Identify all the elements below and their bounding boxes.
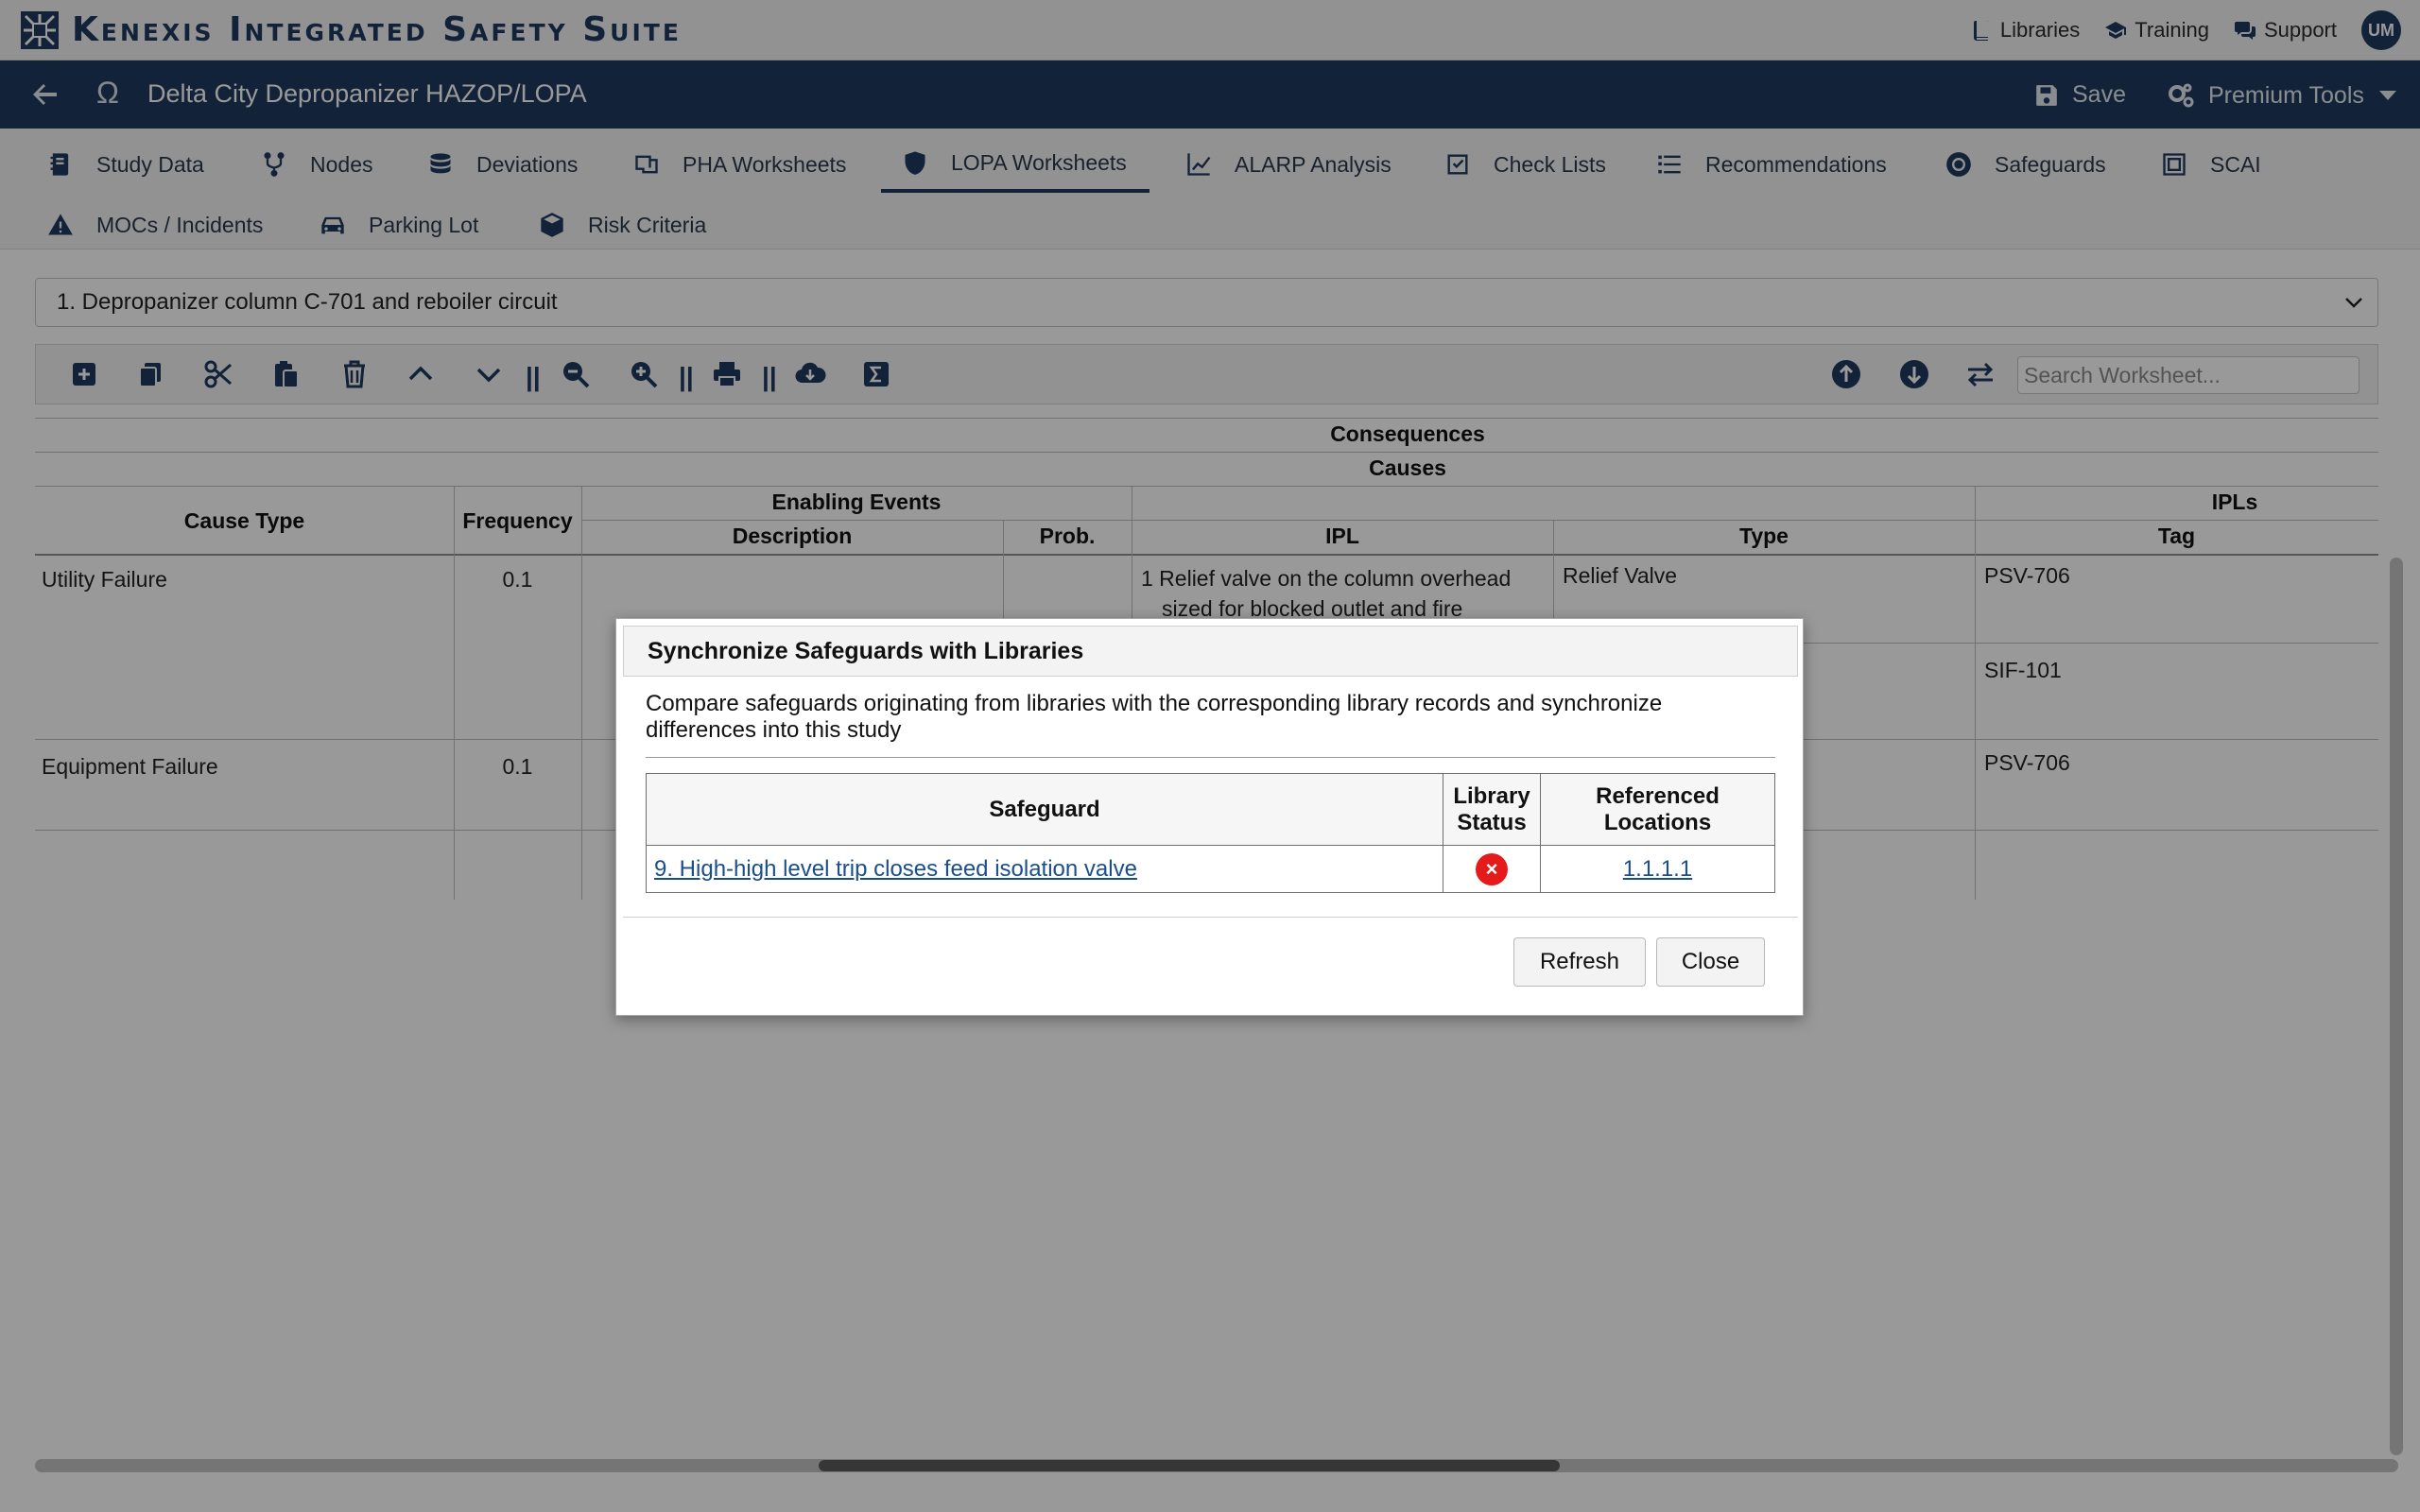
referenced-location-link[interactable]: 1.1.1.1 (1623, 856, 1692, 882)
error-status-icon: × (1476, 852, 1508, 885)
library-status-header-line: Status (1457, 809, 1527, 835)
referenced-locations-header-line: Locations (1603, 809, 1712, 835)
refresh-button[interactable]: Refresh (1513, 937, 1646, 987)
dialog-description: Compare safeguards originating from libr… (646, 691, 1663, 743)
safeguard-column-header: Safeguard (646, 773, 1443, 846)
safeguards-sync-table: Safeguard Library Status Referenced Loca… (646, 773, 1775, 893)
library-status-cell: × (1443, 845, 1541, 893)
divider (646, 757, 1775, 758)
library-status-header-line: Library (1453, 782, 1530, 809)
safeguard-link[interactable]: 9. High-high level trip closes feed isol… (654, 856, 1137, 882)
referenced-locations-column-header: Referenced Locations (1540, 773, 1775, 846)
divider (623, 917, 1798, 918)
referenced-locations-header-line: Referenced (1596, 782, 1720, 809)
referenced-location-cell: 1.1.1.1 (1540, 845, 1775, 893)
table-row: 9. High-high level trip closes feed isol… (646, 845, 1775, 893)
library-status-column-header: Library Status (1443, 773, 1541, 846)
safeguard-cell: 9. High-high level trip closes feed isol… (646, 845, 1443, 893)
close-button[interactable]: Close (1656, 937, 1765, 987)
dialog-title: Synchronize Safeguards with Libraries (623, 626, 1798, 677)
sync-safeguards-dialog: Synchronize Safeguards with Libraries Co… (615, 618, 1804, 1016)
